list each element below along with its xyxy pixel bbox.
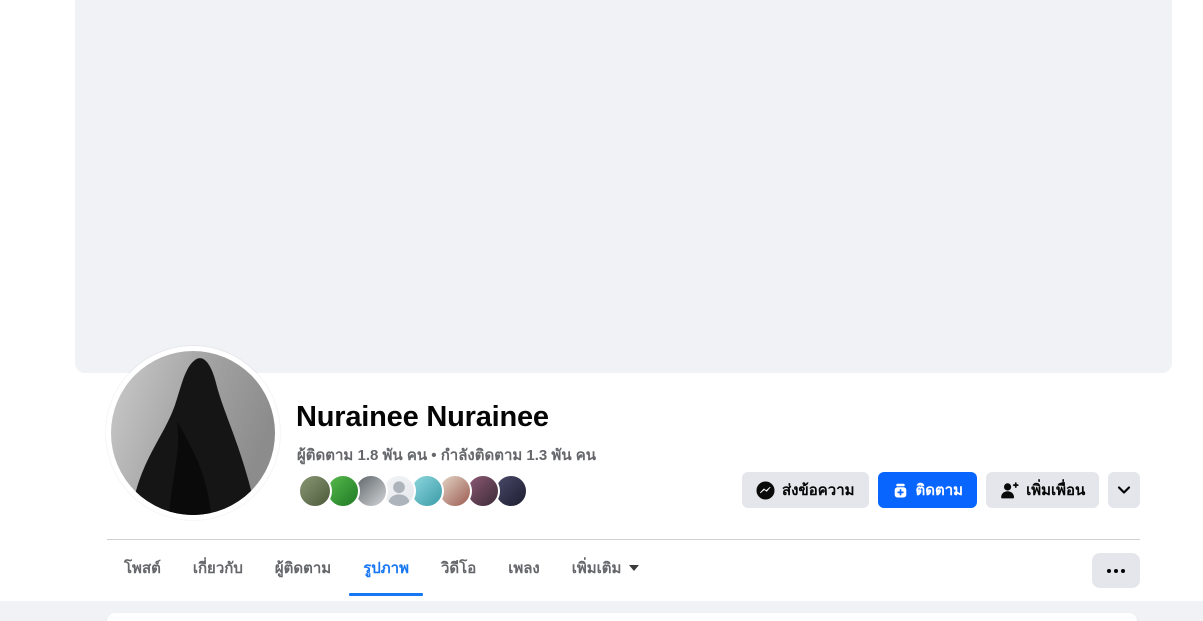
friend-avatar[interactable]: [298, 474, 332, 508]
ellipsis-icon: [1121, 568, 1125, 573]
tab-label: วิดีโอ: [440, 560, 477, 577]
facebook-profile-page: Nurainee Nurainee ผู้ติดตาม 1.8 พัน คน •…: [0, 0, 1203, 621]
followers-summary[interactable]: ผู้ติดตาม 1.8 พัน คน • กำลังติดตาม 1.3 พ…: [297, 443, 596, 467]
add-friend-label: เพิ่มเพื่อน: [1026, 482, 1086, 499]
tab-videos[interactable]: วิดีโอ: [425, 540, 492, 596]
tab-label: รูปภาพ: [363, 560, 409, 577]
follow-button[interactable]: ติดตาม: [877, 472, 978, 508]
more-actions-chevron-button[interactable]: [1108, 472, 1140, 508]
more-options-button[interactable]: [1092, 553, 1140, 588]
ellipsis-icon: [1107, 568, 1111, 573]
profile-action-bar: ส่งข้อความ ติดตาม เพิ่มเพื่อน: [742, 472, 1140, 508]
follow-plus-icon: [892, 482, 909, 499]
tab-label: เพลง: [508, 560, 540, 577]
messenger-icon: [756, 480, 775, 500]
tab-more[interactable]: เพิ่มเติม: [556, 540, 656, 596]
default-person-icon: [388, 481, 410, 506]
tab-photos[interactable]: รูปภาพ: [347, 540, 425, 596]
tab-about[interactable]: เกี่ยวกับ: [177, 540, 259, 596]
tab-music[interactable]: เพลง: [492, 540, 556, 596]
tab-label: เพิ่มเติม: [571, 560, 622, 577]
add-friend-button[interactable]: เพิ่มเพื่อน: [986, 472, 1100, 508]
tab-label: เกี่ยวกับ: [192, 560, 243, 577]
profile-silhouette-image: [111, 351, 275, 515]
tab-label: โพสต์: [124, 560, 161, 577]
send-message-button[interactable]: ส่งข้อความ: [742, 472, 869, 508]
profile-tab-bar: โพสต์ เกี่ยวกับ ผู้ติดตาม รูปภาพ วิดีโอ …: [108, 540, 655, 597]
add-friend-icon: [1000, 481, 1019, 500]
profile-name: Nurainee Nurainee: [296, 401, 549, 433]
photos-card-top-edge: [107, 613, 1137, 621]
content-background: [0, 601, 1203, 621]
profile-picture[interactable]: [106, 346, 280, 520]
chevron-down-icon: [1116, 482, 1132, 498]
tab-followers[interactable]: ผู้ติดตาม: [259, 540, 347, 596]
follow-label: ติดตาม: [915, 482, 964, 499]
tab-posts[interactable]: โพสต์: [108, 540, 177, 596]
caret-down-icon: [629, 565, 640, 571]
ellipsis-icon: [1114, 568, 1118, 573]
mutual-friends-avatar-stack[interactable]: [298, 474, 528, 508]
send-message-label: ส่งข้อความ: [782, 482, 855, 499]
cover-photo-area: [75, 0, 1172, 373]
tab-label: ผู้ติดตาม: [274, 560, 332, 577]
